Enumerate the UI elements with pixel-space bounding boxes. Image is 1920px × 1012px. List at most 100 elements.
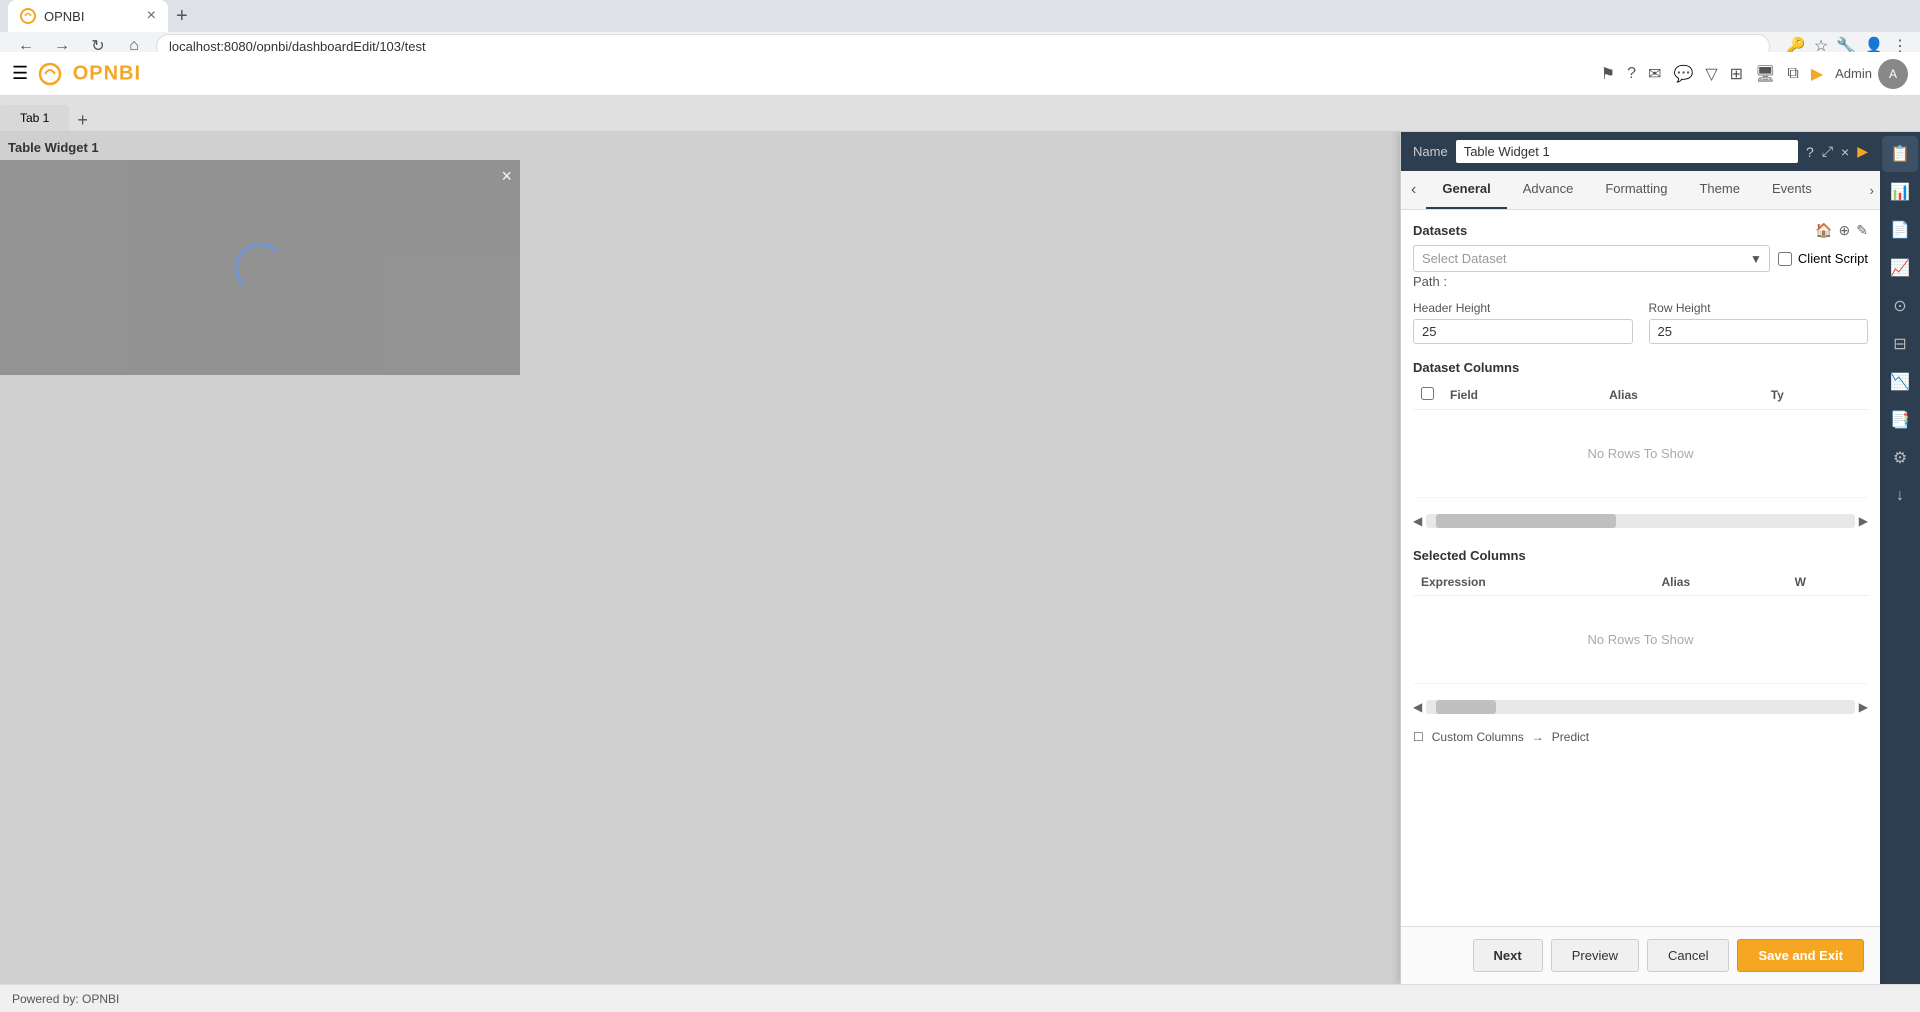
add-dataset-icon[interactable]: ⊕ <box>1839 222 1851 239</box>
selected-no-rows: No Rows To Show <box>1413 596 1868 684</box>
header-icon-chat[interactable]: 💬 <box>1673 64 1693 84</box>
browser-tab-active[interactable]: OPNBI × <box>8 0 168 32</box>
hamburger-menu-icon[interactable]: ☰ <box>12 63 28 84</box>
sidebar-icon-table[interactable]: 📋 <box>1882 136 1918 172</box>
browser-chrome: OPNBI × + ← → ↻ ⌂ localhost:8080/opnbi/d… <box>0 0 1920 52</box>
main-content: Table Widget 1 × Name ? ⤢ × ▶ ‹ <box>0 132 1920 984</box>
tabs-scroll-right-icon[interactable]: › <box>1864 171 1880 209</box>
sidebar-icon-bar-chart[interactable]: 📉 <box>1882 364 1918 400</box>
tab-label: OPNBI <box>44 9 139 24</box>
dataset-no-rows: No Rows To Show <box>1413 410 1868 498</box>
header-icon-filter[interactable]: ⚑ <box>1601 64 1615 84</box>
scroll-right-icon[interactable]: ▶ <box>1859 514 1868 528</box>
selected-scrollbar[interactable] <box>1426 700 1855 714</box>
tab-general[interactable]: General <box>1426 171 1506 209</box>
tab-label-1: Tab 1 <box>20 111 49 125</box>
predict-label: Predict <box>1552 730 1589 744</box>
custom-columns-label: Custom Columns <box>1432 730 1524 744</box>
close-config-icon[interactable]: × <box>1841 144 1849 160</box>
scroll-left-icon[interactable]: ◀ <box>1413 514 1422 528</box>
selected-columns-table: Expression Alias W No Rows To Show <box>1413 569 1868 684</box>
app-container: ☰ OPNBI ⚑ ? ✉ 💬 ▽ ⊞ 🖥 ⧉ ▶ Admin A <box>0 52 1920 1012</box>
app-header: ☰ OPNBI ⚑ ? ✉ 💬 ▽ ⊞ 🖥 ⧉ ▶ Admin A <box>0 52 1920 96</box>
powered-by-label: Powered by: OPNBI <box>12 992 119 1006</box>
selected-no-rows-msg: No Rows To Show <box>1421 602 1860 677</box>
height-row: Header Height Row Height <box>1413 301 1868 344</box>
next-button[interactable]: Next <box>1473 939 1543 972</box>
dataset-select[interactable]: Select Dataset <box>1413 245 1770 272</box>
config-panel-header: Name ? ⤢ × ▶ <box>1401 132 1880 171</box>
name-label: Name <box>1413 144 1448 159</box>
header-icon-email[interactable]: ✉ <box>1648 64 1661 84</box>
tab-theme[interactable]: Theme <box>1683 171 1755 209</box>
sidebar-icon-circle[interactable]: ⊙ <box>1882 288 1918 324</box>
dataset-columns-title: Dataset Columns <box>1413 360 1519 375</box>
dataset-select-row: Select Dataset ▼ Client Script <box>1413 245 1868 272</box>
opnbi-favicon-icon <box>20 8 36 24</box>
selected-columns-section: Selected Columns Expression Alias W <box>1413 548 1868 684</box>
config-panel: Name ? ⤢ × ▶ ‹ General Advance <box>1400 132 1880 984</box>
sidebar-icon-minus[interactable]: ⊟ <box>1882 326 1918 362</box>
dataset-columns-header: Dataset Columns <box>1413 360 1868 375</box>
widget-close-icon[interactable]: × <box>501 166 512 187</box>
tabs-bar: Tab 1 + <box>0 96 1920 132</box>
header-height-label: Header Height <box>1413 301 1633 315</box>
tab-item-1[interactable]: Tab 1 <box>0 105 69 131</box>
tab-formatting[interactable]: Formatting <box>1589 171 1683 209</box>
header-height-field: Header Height <box>1413 301 1633 344</box>
widget-label: Table Widget 1 <box>8 140 99 155</box>
edit-dataset-icon[interactable]: ✎ <box>1856 222 1868 239</box>
row-height-input[interactable] <box>1649 319 1869 344</box>
new-tab-button[interactable]: + <box>176 5 188 28</box>
header-icon-play[interactable]: ▶ <box>1811 64 1823 84</box>
selected-columns-header: Selected Columns <box>1413 548 1868 563</box>
dataset-select-wrapper: Select Dataset ▼ <box>1413 245 1770 272</box>
sidebar-icon-line-chart[interactable]: 📈 <box>1882 250 1918 286</box>
header-icon-screen[interactable]: 🖥 <box>1755 64 1775 84</box>
home-dataset-icon[interactable]: 🏠 <box>1815 222 1832 239</box>
datasets-section: Datasets 🏠 ⊕ ✎ Select Dataset ▼ <box>1413 222 1868 289</box>
user-menu[interactable]: Admin A <box>1835 59 1908 89</box>
app-logo: OPNBI <box>38 62 141 86</box>
play-config-icon[interactable]: ▶ <box>1857 143 1868 160</box>
row-height-label: Row Height <box>1649 301 1869 315</box>
row-height-field: Row Height <box>1649 301 1869 344</box>
move-icon[interactable]: ⤢ <box>1822 143 1833 160</box>
right-sidebar: 📋 📊 📄 📈 ⊙ ⊟ 📉 📑 ⚙ ↓ <box>1880 132 1920 984</box>
scroll-left-2-icon[interactable]: ◀ <box>1413 700 1422 714</box>
add-tab-button[interactable]: + <box>69 110 96 131</box>
sidebar-icon-chart[interactable]: 📊 <box>1882 174 1918 210</box>
header-icon-copy[interactable]: ⧉ <box>1787 65 1798 83</box>
header-height-input[interactable] <box>1413 319 1633 344</box>
tab-close-icon[interactable]: × <box>147 7 156 25</box>
preview-button[interactable]: Preview <box>1551 939 1639 972</box>
sidebar-icon-report[interactable]: 📑 <box>1882 402 1918 438</box>
dataset-scroll-thumb <box>1436 514 1616 528</box>
path-row: Path : <box>1413 274 1868 289</box>
sidebar-icon-download[interactable]: ↓ <box>1882 478 1918 514</box>
client-script-wrapper: Client Script <box>1778 251 1868 266</box>
dataset-columns-section: Dataset Columns Field Alias Ty <box>1413 360 1868 498</box>
datasets-title: Datasets <box>1413 223 1467 238</box>
alias-col-header: Alias <box>1601 381 1763 410</box>
dataset-scrollbar[interactable] <box>1426 514 1855 528</box>
header-icon-grid[interactable]: ⊞ <box>1730 64 1743 84</box>
help-icon[interactable]: ? <box>1806 144 1814 160</box>
client-script-checkbox[interactable] <box>1778 252 1792 266</box>
widget-name-input[interactable] <box>1456 140 1798 163</box>
cancel-button[interactable]: Cancel <box>1647 939 1729 972</box>
select-all-checkbox[interactable] <box>1421 387 1434 400</box>
header-icon-question[interactable]: ? <box>1627 65 1636 83</box>
config-body: Datasets 🏠 ⊕ ✎ Select Dataset ▼ <box>1401 210 1880 926</box>
sidebar-icon-doc[interactable]: 📄 <box>1882 212 1918 248</box>
header-icon-funnel[interactable]: ▽ <box>1705 64 1717 84</box>
dataset-no-rows-msg: No Rows To Show <box>1421 416 1860 491</box>
save-exit-button[interactable]: Save and Exit <box>1737 939 1864 972</box>
tab-events[interactable]: Events <box>1756 171 1828 209</box>
selected-scroll-nav: ◀ ▶ <box>1413 696 1868 718</box>
tab-advance[interactable]: Advance <box>1507 171 1590 209</box>
sidebar-icon-gear[interactable]: ⚙ <box>1882 440 1918 476</box>
selected-scroll-thumb <box>1436 700 1496 714</box>
scroll-right-2-icon[interactable]: ▶ <box>1859 700 1868 714</box>
config-back-button[interactable]: ‹ <box>1401 171 1426 209</box>
